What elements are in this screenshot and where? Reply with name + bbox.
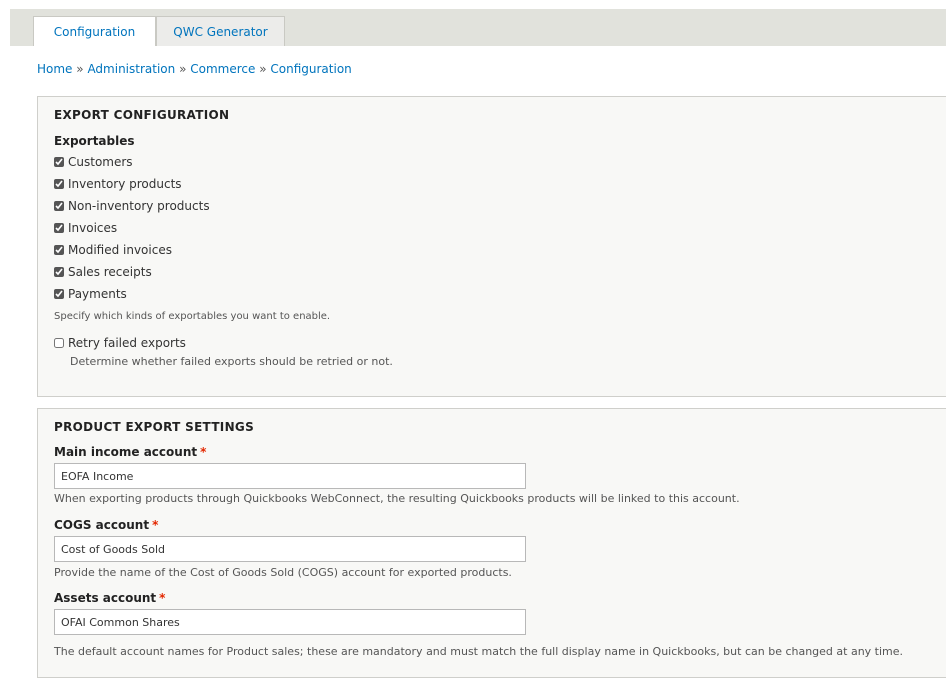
exportable-invoices-label: Invoices bbox=[68, 221, 118, 235]
exportable-inventory-products[interactable]: Inventory products bbox=[54, 177, 182, 193]
exportable-customers-checkbox[interactable] bbox=[54, 157, 64, 167]
required-marker: * bbox=[152, 518, 159, 532]
breadcrumb-separator: » bbox=[76, 62, 84, 76]
exportable-modified-invoices-checkbox[interactable] bbox=[54, 245, 64, 255]
cogs-account-label: COGS account * bbox=[54, 518, 158, 532]
retry-failed-exports-checkbox[interactable] bbox=[54, 338, 64, 348]
cogs-account-label-text: COGS account bbox=[54, 518, 150, 532]
exportable-non-inventory-products[interactable]: Non-inventory products bbox=[54, 199, 210, 215]
breadcrumb-commerce[interactable]: Commerce bbox=[190, 62, 255, 76]
assets-account-label: Assets account * bbox=[54, 591, 165, 605]
main-income-account-label-text: Main income account bbox=[54, 445, 198, 459]
assets-account-label-text: Assets account bbox=[54, 591, 157, 605]
export-configuration-title: EXPORT CONFIGURATION bbox=[54, 108, 230, 122]
export-configuration-panel: EXPORT CONFIGURATION Exportables Custome… bbox=[37, 96, 946, 397]
exportable-sales-receipts-checkbox[interactable] bbox=[54, 267, 64, 277]
main-income-account-label: Main income account * bbox=[54, 445, 206, 459]
exportables-label: Exportables bbox=[54, 134, 135, 148]
exportable-invoices-checkbox[interactable] bbox=[54, 223, 64, 233]
retry-failed-exports-label: Retry failed exports bbox=[68, 336, 186, 350]
product-export-settings-title: PRODUCT EXPORT SETTINGS bbox=[54, 420, 255, 434]
exportable-inventory-products-checkbox[interactable] bbox=[54, 179, 64, 189]
tab-qwc-generator[interactable]: QWC Generator bbox=[156, 16, 285, 46]
required-marker: * bbox=[200, 445, 207, 459]
breadcrumb-home[interactable]: Home bbox=[37, 62, 72, 76]
exportable-non-inventory-products-checkbox[interactable] bbox=[54, 201, 64, 211]
tab-bar: Configuration QWC Generator bbox=[10, 9, 946, 46]
exportable-sales-receipts-label: Sales receipts bbox=[68, 265, 152, 279]
breadcrumb-administration[interactable]: Administration bbox=[87, 62, 175, 76]
exportable-inventory-products-label: Inventory products bbox=[68, 177, 182, 191]
cogs-account-input[interactable] bbox=[54, 536, 526, 562]
main-income-account-description: When exporting products through Quickboo… bbox=[54, 492, 740, 505]
breadcrumb-separator: » bbox=[179, 62, 187, 76]
retry-failed-exports-description: Determine whether failed exports should … bbox=[70, 355, 393, 368]
exportable-payments[interactable]: Payments bbox=[54, 287, 127, 303]
exportable-sales-receipts[interactable]: Sales receipts bbox=[54, 265, 152, 281]
exportable-non-inventory-products-label: Non-inventory products bbox=[68, 199, 210, 213]
cogs-account-description: Provide the name of the Cost of Goods So… bbox=[54, 566, 512, 579]
main-income-account-input[interactable] bbox=[54, 463, 526, 489]
tab-configuration[interactable]: Configuration bbox=[33, 16, 156, 46]
product-export-settings-panel: PRODUCT EXPORT SETTINGS Main income acco… bbox=[37, 408, 946, 678]
breadcrumb-separator: » bbox=[259, 62, 267, 76]
exportable-payments-label: Payments bbox=[68, 287, 127, 301]
exportable-customers[interactable]: Customers bbox=[54, 155, 133, 171]
exportables-description: Specify which kinds of exportables you w… bbox=[54, 311, 331, 322]
retry-failed-exports[interactable]: Retry failed exports bbox=[54, 336, 186, 352]
breadcrumb-configuration[interactable]: Configuration bbox=[270, 62, 351, 76]
required-marker: * bbox=[159, 591, 166, 605]
exportable-modified-invoices[interactable]: Modified invoices bbox=[54, 243, 172, 259]
exportable-invoices[interactable]: Invoices bbox=[54, 221, 117, 237]
exportable-payments-checkbox[interactable] bbox=[54, 289, 64, 299]
assets-account-description: The default account names for Product sa… bbox=[54, 645, 904, 658]
breadcrumb: Home » Administration » Commerce » Confi… bbox=[37, 62, 352, 76]
exportable-customers-label: Customers bbox=[68, 155, 133, 169]
exportable-modified-invoices-label: Modified invoices bbox=[68, 243, 172, 257]
assets-account-input[interactable] bbox=[54, 609, 526, 635]
